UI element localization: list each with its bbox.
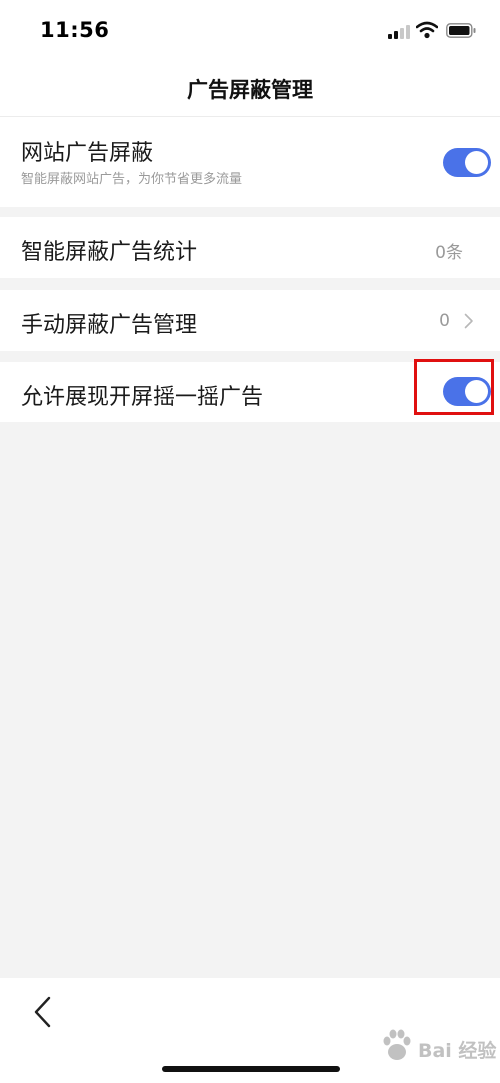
website-ad-block-toggle[interactable]	[443, 148, 491, 177]
setting-description: 智能屏蔽网站广告，为你节省更多流量	[21, 172, 243, 187]
wifi-icon	[416, 21, 438, 39]
watermark-text: Bai 经验	[418, 1040, 497, 1062]
manual-block-count: 0	[439, 311, 450, 331]
signal-icon	[388, 25, 410, 39]
setting-row-smart-block-stats[interactable]: 智能屏蔽广告统计 0条	[0, 217, 500, 278]
chevron-right-icon	[464, 313, 473, 329]
stats-count: 0条	[435, 243, 463, 263]
paw-logo-icon	[383, 1029, 411, 1060]
setting-label: 智能屏蔽广告统计	[21, 240, 198, 265]
setting-label: 手动屏蔽广告管理	[21, 313, 198, 338]
setting-row-website-ad-block[interactable]: 网站广告屏蔽 智能屏蔽网站广告，为你节省更多流量	[0, 117, 500, 207]
battery-icon	[446, 23, 476, 38]
status-time: 11:56	[40, 18, 110, 42]
setting-label: 允许展现开屏摇一摇广告	[21, 385, 264, 410]
back-icon[interactable]	[32, 995, 54, 1029]
setting-label: 网站广告屏蔽	[21, 141, 154, 166]
highlight-box	[414, 359, 494, 415]
watermark: Bai 经验	[360, 1028, 496, 1068]
setting-row-manual-block-manage[interactable]: 手动屏蔽广告管理 0	[0, 290, 500, 351]
status-bar: 11:56	[0, 0, 500, 62]
home-indicator[interactable]	[162, 1066, 340, 1072]
toggle-knob	[465, 151, 488, 174]
page-title: 广告屏蔽管理	[187, 78, 313, 102]
nav-header: 广告屏蔽管理	[0, 62, 500, 117]
